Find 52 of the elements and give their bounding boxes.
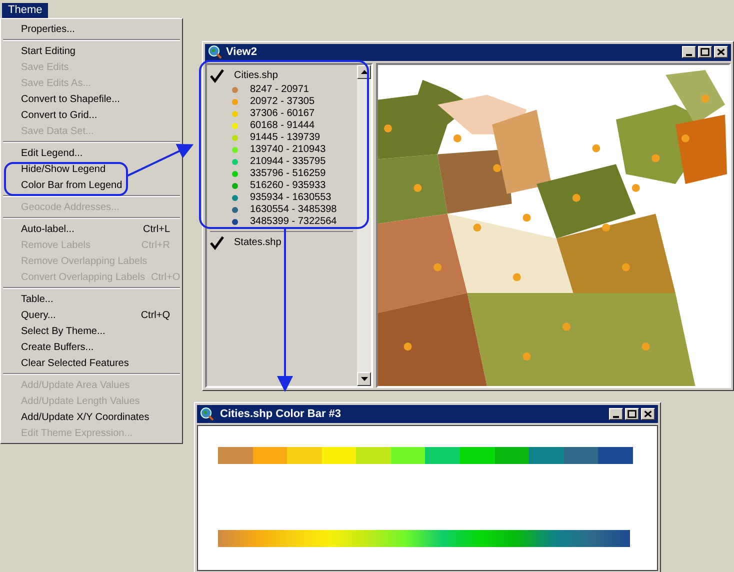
menu-item[interactable]: Properties... bbox=[3, 21, 180, 37]
class-range: 60168 - 91444 bbox=[250, 120, 315, 132]
class-range: 935934 - 1630553 bbox=[250, 192, 332, 204]
menu-item[interactable]: Select By Theme... bbox=[3, 323, 180, 339]
menu-item[interactable]: Convert to Shapefile... bbox=[3, 91, 180, 107]
menu-item[interactable]: Start Editing bbox=[3, 43, 180, 59]
visibility-checkbox[interactable] bbox=[210, 68, 224, 83]
down-arrow-icon bbox=[360, 377, 368, 381]
class-range: 8247 - 20971 bbox=[250, 84, 309, 96]
globe-icon bbox=[208, 45, 222, 60]
menu-item[interactable]: Edit Legend... bbox=[3, 145, 180, 161]
maximize-button[interactable] bbox=[625, 408, 639, 420]
window-title: Cities.shp Color Bar #3 bbox=[220, 406, 342, 422]
menu-item[interactable]: Convert to Grid... bbox=[3, 107, 180, 123]
arrow bbox=[126, 144, 194, 177]
maximize-icon bbox=[626, 408, 638, 420]
menu-item[interactable]: Auto-label... Ctrl+L bbox=[3, 221, 180, 237]
minimize-button[interactable] bbox=[682, 46, 696, 58]
menu-item[interactable]: Color Bar from Legend bbox=[3, 177, 180, 193]
window-title: View2 bbox=[226, 45, 257, 60]
class-range: 516260 - 935933 bbox=[250, 180, 326, 192]
minimize-icon bbox=[613, 416, 619, 418]
class-range: 139740 - 210943 bbox=[250, 144, 326, 156]
menu-item[interactable]: Clear Selected Features bbox=[3, 355, 180, 371]
menu-item[interactable]: Query... Ctrl+Q bbox=[3, 307, 180, 323]
menu-item[interactable]: Hide/Show Legend bbox=[3, 161, 180, 177]
menu-item[interactable]: Create Buffers... bbox=[3, 339, 180, 355]
minimize-button[interactable] bbox=[609, 408, 623, 420]
theme-name: States.shp bbox=[234, 235, 282, 250]
globe-icon bbox=[200, 407, 214, 421]
minimize-icon bbox=[686, 54, 692, 56]
close-icon bbox=[642, 408, 654, 420]
menu-bar-item[interactable]: Theme bbox=[2, 2, 48, 18]
class-range: 91445 - 139739 bbox=[250, 132, 320, 144]
class-range: 20972 - 37305 bbox=[250, 96, 315, 108]
menu-item[interactable]: Table... bbox=[3, 291, 180, 307]
class-range: 37306 - 60167 bbox=[250, 108, 315, 120]
up-arrow-icon bbox=[360, 70, 368, 74]
scroll-down-button[interactable] bbox=[357, 372, 371, 386]
visibility-checkbox[interactable] bbox=[210, 236, 224, 250]
menu-item[interactable]: Add/Update X/Y Coordinates bbox=[3, 409, 180, 425]
theme-name: Cities.shp bbox=[234, 68, 278, 84]
maximize-icon bbox=[699, 46, 711, 58]
close-button[interactable] bbox=[641, 408, 655, 420]
class-range: 210944 - 335795 bbox=[250, 156, 326, 168]
close-button[interactable] bbox=[714, 46, 728, 58]
class-range: 335796 - 516259 bbox=[250, 168, 326, 180]
scroll-bar[interactable] bbox=[357, 64, 371, 386]
close-icon bbox=[715, 46, 727, 58]
class-range: 3485399 - 7322564 bbox=[250, 216, 337, 228]
class-range: 1630554 - 3485398 bbox=[250, 204, 337, 216]
maximize-button[interactable] bbox=[698, 46, 712, 58]
